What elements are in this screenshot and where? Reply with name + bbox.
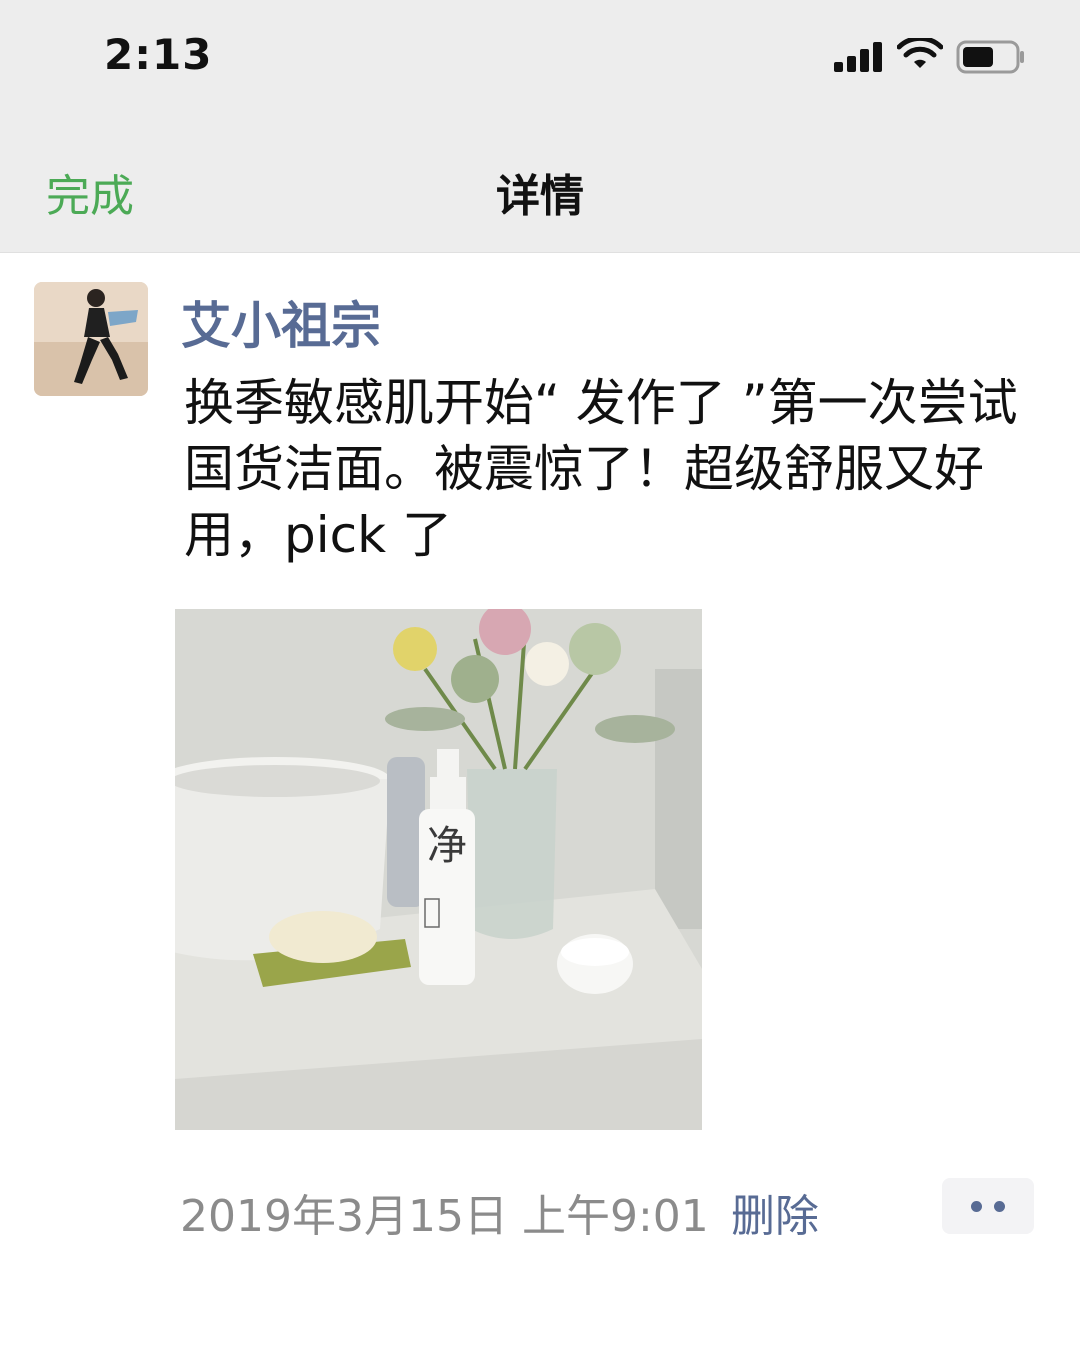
post-timestamp: 2019年3月15日 上午9:01 [180,1191,709,1242]
top-bar: 2:13 完成 详情 [0,0,1080,253]
username-link[interactable]: 艾小祖宗 [181,286,381,358]
cellular-signal-icon [834,42,886,72]
avatar[interactable] [34,282,148,396]
status-time: 2:13 [104,30,213,79]
delete-button[interactable]: 删除 [731,1180,819,1244]
more-dots-icon[interactable] [942,1178,1034,1234]
bottle-label: 净 [427,823,467,869]
post-photo[interactable]: 净 [175,609,702,1130]
battery-icon [956,40,1024,74]
moment-detail-screen: 2:13 完成 详情 艾小祖宗 换季敏感肌开始“ 发作了 ”第一次尝试国货洁面。… [0,0,1080,1353]
post-text: 换季敏感肌开始“ 发作了 ”第一次尝试国货洁面。被震惊了！超级舒服又好用，pic… [184,374,1018,564]
wifi-icon [897,38,943,68]
page-title: 详情 [496,171,584,222]
